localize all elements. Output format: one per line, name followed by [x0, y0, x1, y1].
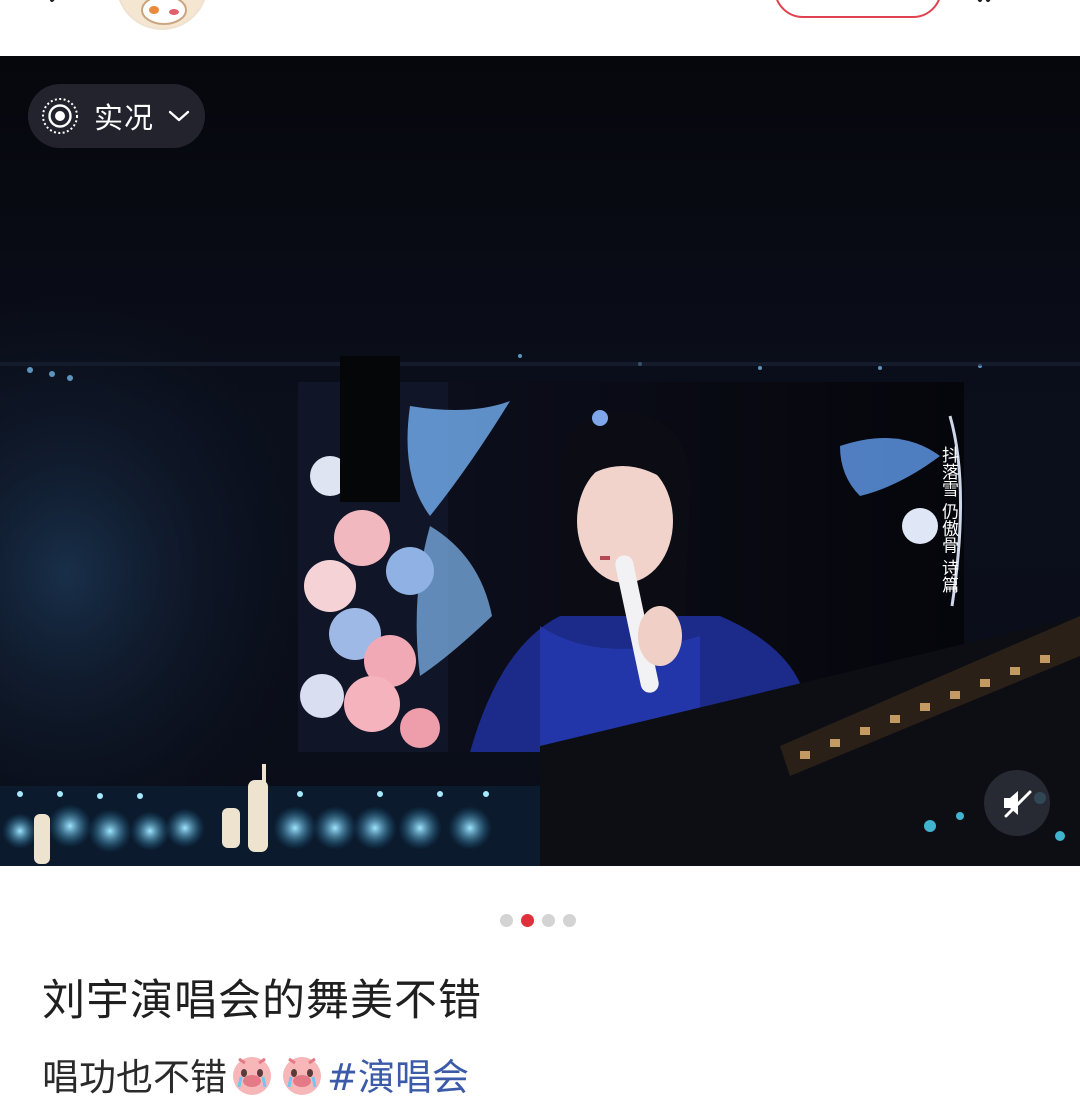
follow-button[interactable]: [774, 0, 942, 18]
hashtag-link[interactable]: #演唱会: [327, 1047, 469, 1101]
live-photo-badge[interactable]: 实况: [28, 84, 205, 148]
top-nav-bar: [0, 0, 1080, 56]
author-avatar[interactable]: [116, 0, 208, 30]
pagination-dot-active[interactable]: [521, 914, 534, 927]
pagination-dot[interactable]: [563, 914, 576, 927]
pagination-dot[interactable]: [500, 914, 513, 927]
sound-off-icon: [1004, 790, 1032, 818]
concert-scene-image: 抖落雪 仍傲骨 诗篇: [0, 56, 1080, 866]
live-photo-icon: [42, 98, 78, 134]
screen-caption-text: 抖落雪 仍傲骨 诗篇: [938, 446, 959, 593]
crying-pig-emoji-icon: [283, 1057, 321, 1095]
share-button[interactable]: [966, 0, 1016, 10]
post-description: 唱功也不错 #演唱会: [42, 1044, 469, 1104]
back-button[interactable]: [40, 0, 80, 16]
chevron-down-icon: [168, 110, 190, 122]
mute-toggle-button[interactable]: [984, 770, 1050, 836]
live-badge-label: 实况: [94, 101, 155, 135]
crying-pig-emoji-icon: [233, 1057, 271, 1095]
share-icon: [977, 0, 991, 2]
avatar-illustration: [120, 0, 206, 28]
chevron-left-icon: [50, 0, 55, 2]
post-body-text: 唱功也不错: [42, 1056, 227, 1099]
pagination-dot[interactable]: [542, 914, 555, 927]
post-title: 刘宇演唱会的舞美不错: [42, 976, 482, 1026]
post-photo[interactable]: 抖落雪 仍傲骨 诗篇 实况: [0, 56, 1080, 866]
image-pagination: [500, 914, 576, 928]
